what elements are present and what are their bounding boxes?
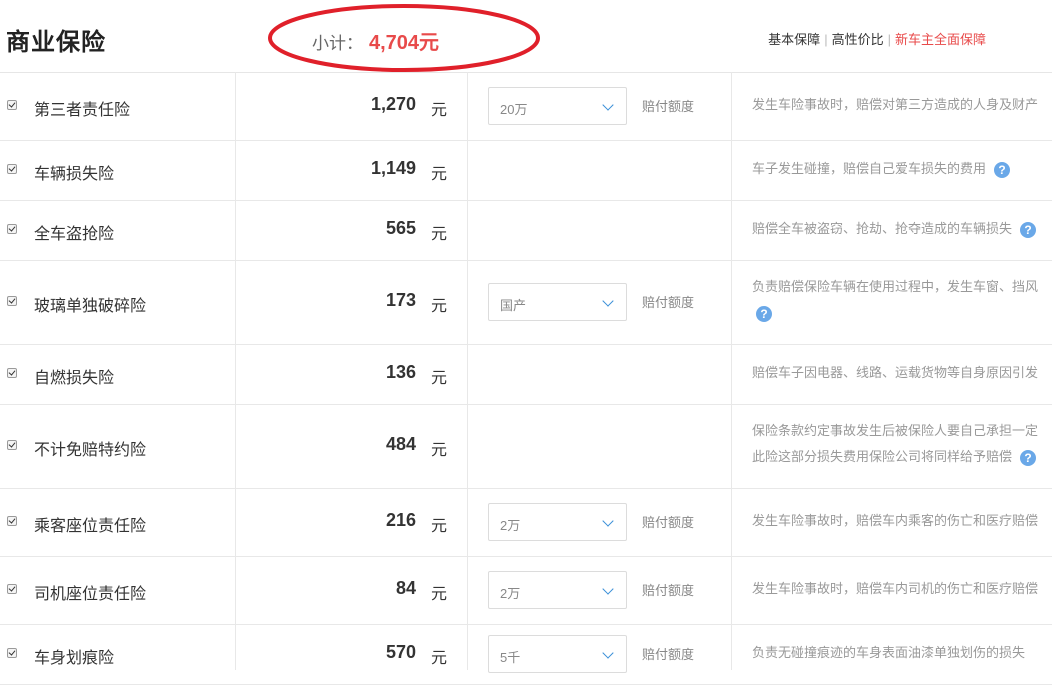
description-line: 车子发生碰撞，赔偿自己爱车损失的费用? <box>752 161 1011 178</box>
coverage-select-value: 5千 <box>500 650 521 665</box>
price-unit: 元 <box>431 166 448 183</box>
chevron-down-icon <box>602 295 614 307</box>
insurance-name: 乘客座位责任险 <box>34 518 147 535</box>
insurance-price: 136 <box>385 362 416 382</box>
checkbox-checked-icon[interactable] <box>7 584 17 594</box>
insurance-price: 173 <box>385 290 416 310</box>
chevron-down-icon <box>602 647 614 659</box>
description-line: 发生车险事故时，赔偿车内乘客的伤亡和医疗赔偿 <box>752 513 1039 528</box>
description-line: 负责赔偿保险车辆在使用过程中，发生车窗、挡风 <box>752 279 1039 294</box>
plan-basic[interactable]: 基本保障 <box>768 32 820 47</box>
coverage-select[interactable]: 国产 <box>488 283 627 321</box>
question-circle-icon[interactable]: ? <box>756 305 772 322</box>
insurance-description: 负责无碰撞痕迹的车身表面油漆单独划伤的损失 <box>752 640 1052 666</box>
price-unit: 元 <box>431 586 448 603</box>
page-title: 商业保险 <box>6 29 106 56</box>
coverage-select[interactable]: 2万 <box>488 503 627 541</box>
coverage-select[interactable]: 5千 <box>488 635 627 673</box>
insurance-name: 玻璃单独破碎险 <box>34 298 147 315</box>
price-unit: 元 <box>431 298 448 315</box>
description-line: 发生车险事故时，赔偿对第三方造成的人身及财产 <box>752 97 1039 112</box>
page-header: 商业保险 小计： 4,704元 基本保障 | 高性价比 | 新车主全面保障 <box>0 0 1052 73</box>
insurance-price: 1,149 <box>370 158 416 178</box>
insurance-description: 保险条款约定事故发生后被保险人要自己承担一定此险这部分损失费用保险公司将同样给予… <box>752 418 1052 470</box>
coverage-select[interactable]: 20万 <box>488 87 627 125</box>
price-unit: 元 <box>431 442 448 459</box>
question-circle-icon[interactable]: ? <box>1020 449 1037 466</box>
insurance-name: 车辆损失险 <box>34 166 115 183</box>
coverage-select-value: 2万 <box>500 586 521 601</box>
checkbox-checked-icon[interactable] <box>7 368 17 378</box>
insurance-price: 1,270 <box>370 94 416 114</box>
price-unit: 元 <box>431 518 448 535</box>
chevron-down-icon <box>602 99 614 111</box>
price-unit: 元 <box>431 650 448 667</box>
checkbox-checked-icon[interactable] <box>7 296 17 306</box>
checkbox-checked-icon[interactable] <box>7 440 17 450</box>
insurance-description: 车子发生碰撞，赔偿自己爱车损失的费用? <box>752 156 1052 182</box>
chevron-down-icon <box>602 515 614 527</box>
checkbox-checked-icon[interactable] <box>7 224 17 234</box>
checkbox-checked-icon[interactable] <box>7 100 17 110</box>
insurance-name: 全车盗抢险 <box>34 226 115 243</box>
checkbox-checked-icon[interactable] <box>7 648 17 658</box>
insurance-name: 司机座位责任险 <box>34 586 147 603</box>
description-line: 此险这部分损失费用保险公司将同样给予赔偿? <box>752 444 1052 470</box>
insurance-name: 不计免赔特约险 <box>34 442 147 459</box>
plan-switcher: 基本保障 | 高性价比 | 新车主全面保障 <box>768 32 986 47</box>
coverage-select-value: 国产 <box>500 298 527 313</box>
description-line: 负责无碰撞痕迹的车身表面油漆单独划伤的损失 <box>752 645 1026 660</box>
insurance-price: 216 <box>385 510 416 530</box>
chevron-down-icon <box>602 583 614 595</box>
insurance-description: 赔偿全车被盗窃、抢劫、抢夺造成的车辆损失? <box>752 216 1052 242</box>
pay-limit-label: 赔付额度 <box>642 515 695 530</box>
insurance-description: 发生车险事故时，赔偿车内司机的伤亡和医疗赔偿 <box>752 576 1052 602</box>
checkbox-checked-icon[interactable] <box>7 516 17 526</box>
insurance-price: 570 <box>385 642 416 662</box>
coverage-select[interactable]: 2万 <box>488 571 627 609</box>
insurance-name: 自燃损失险 <box>34 370 115 387</box>
insurance-name: 第三者责任险 <box>34 102 131 119</box>
description-line: 发生车险事故时，赔偿车内司机的伤亡和医疗赔偿 <box>752 581 1039 596</box>
coverage-select-value: 20万 <box>500 102 528 117</box>
question-circle-icon[interactable]: ? <box>1020 221 1037 238</box>
checkbox-checked-icon[interactable] <box>7 164 17 174</box>
price-unit: 元 <box>431 102 448 119</box>
plan-new-owner-full[interactable]: 新车主全面保障 <box>895 32 986 47</box>
insurance-price: 484 <box>385 434 416 454</box>
subtotal: 小计： 4,704元 <box>312 26 439 55</box>
subtotal-label: 小计： <box>312 34 363 53</box>
insurance-description: 发生车险事故时，赔偿车内乘客的伤亡和医疗赔偿 <box>752 508 1052 534</box>
description-line: 赔偿车子因电器、线路、运载货物等自身原因引发 <box>752 365 1039 380</box>
insurance-name: 车身划痕险 <box>34 650 115 667</box>
subtotal-value: 4,704元 <box>369 32 440 54</box>
insurance-description: 发生车险事故时，赔偿对第三方造成的人身及财产 <box>752 92 1052 118</box>
price-unit: 元 <box>431 370 448 387</box>
pay-limit-label: 赔付额度 <box>642 99 695 114</box>
coverage-select-value: 2万 <box>500 518 521 533</box>
plan-value[interactable]: 高性价比 <box>832 32 884 47</box>
price-unit: 元 <box>431 226 448 243</box>
insurance-price: 565 <box>385 218 416 238</box>
insurance-description: 负责赔偿保险车辆在使用过程中，发生车窗、挡风? <box>752 274 1052 326</box>
insurance-description: 赔偿车子因电器、线路、运载货物等自身原因引发 <box>752 360 1052 386</box>
pay-limit-label: 赔付额度 <box>642 295 695 310</box>
description-line: 赔偿全车被盗窃、抢劫、抢夺造成的车辆损失? <box>752 221 1037 238</box>
pay-limit-label: 赔付额度 <box>642 583 695 598</box>
pay-limit-label: 赔付额度 <box>642 647 695 662</box>
question-circle-icon[interactable]: ? <box>994 161 1011 178</box>
insurance-price: 84 <box>395 578 416 598</box>
description-line: 保险条款约定事故发生后被保险人要自己承担一定 <box>752 423 1039 438</box>
